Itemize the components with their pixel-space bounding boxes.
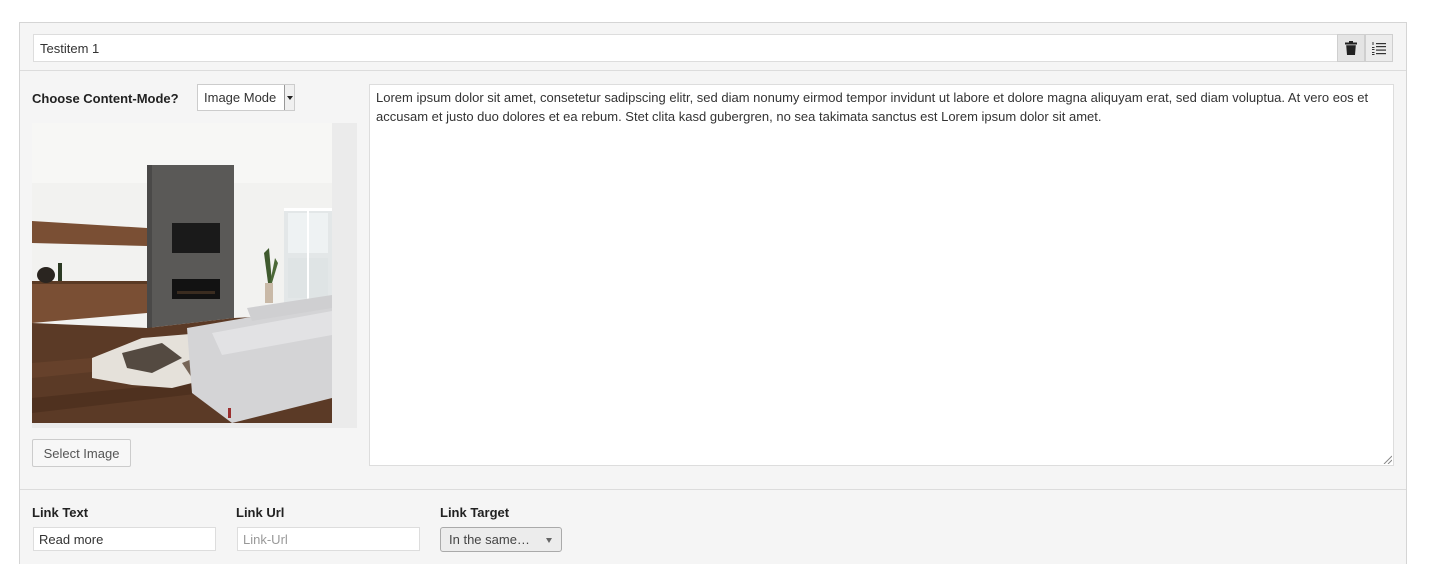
link-settings: Link Text Read more Link Url Link-Url Li… [20,491,1406,564]
select-image-button[interactable]: Select Image [32,439,131,467]
link-text-value: Read more [39,531,104,547]
link-url-input[interactable]: Link-Url [237,527,420,551]
link-url-placeholder: Link-Url [243,531,288,547]
sort-button[interactable] [1365,34,1393,62]
trash-icon [1345,41,1357,55]
item-header [20,23,1406,71]
link-target-value: In the same… [449,532,530,547]
content-text-editor[interactable]: Lorem ipsum dolor sit amet, consetetur s… [369,84,1394,466]
link-target-label: Link Target [440,505,510,520]
link-url-label: Link Url [236,505,285,520]
content-mode-value: Image Mode [204,90,277,105]
content-text: Lorem ipsum dolor sit amet, consetetur s… [376,90,1369,124]
item-title-input[interactable] [33,34,1338,62]
item-content: Choose Content-Mode? Image Mode Select I… [20,72,1406,490]
content-mode-select[interactable]: Image Mode [197,84,295,111]
living-room-image [32,123,332,423]
ordered-list-icon [1372,41,1386,55]
content-mode-label: Choose Content-Mode? [32,91,179,106]
content-mode-dropdown-arrow [284,85,294,110]
delete-button[interactable] [1337,34,1365,62]
item-panel: Choose Content-Mode? Image Mode [19,22,1407,564]
image-preview[interactable] [32,123,332,423]
link-text-input[interactable]: Read more [33,527,216,551]
image-preview-frame [32,123,357,428]
resize-grip-icon[interactable] [1382,454,1392,464]
chevron-down-icon [546,538,552,543]
link-text-label: Link Text [32,505,89,520]
link-target-select[interactable]: In the same… [440,527,562,552]
